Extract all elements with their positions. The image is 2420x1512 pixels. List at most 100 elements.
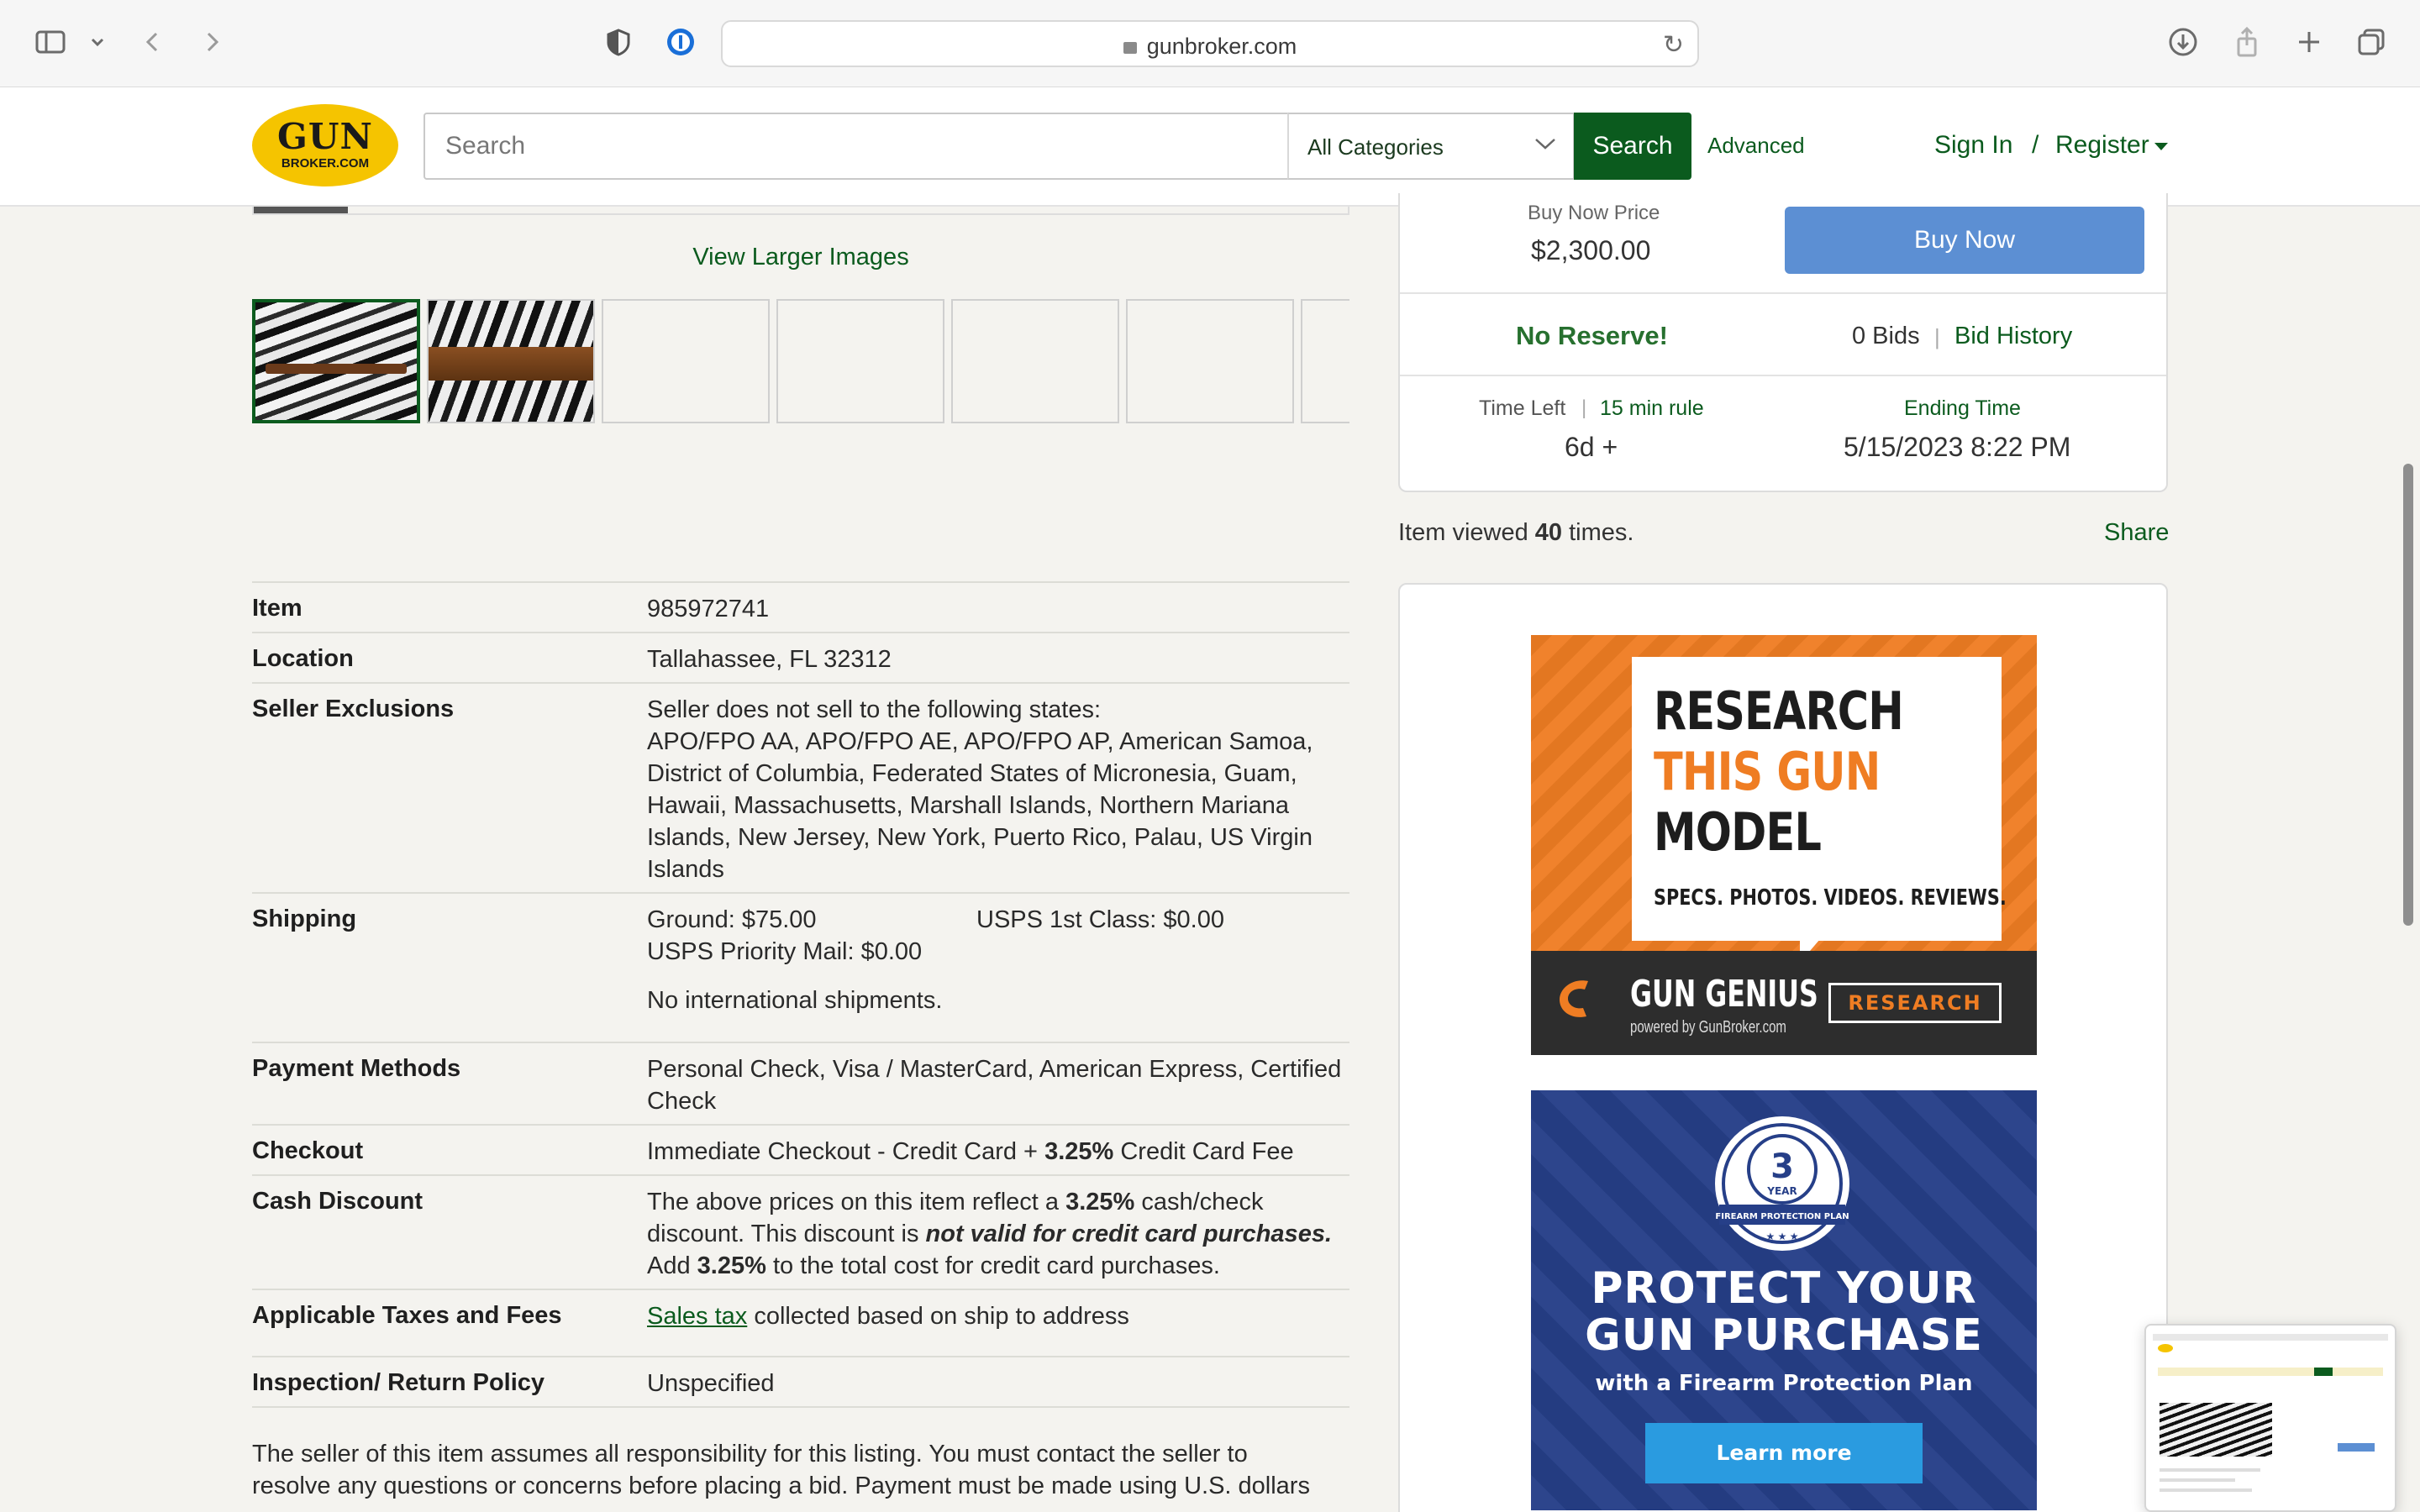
ad-headline: THIS GUN: [1654, 741, 1881, 802]
register-link[interactable]: Register: [2055, 131, 2149, 160]
chevron-down-icon: [1535, 139, 1555, 150]
ad-headline: GUN PURCHASE: [1585, 1310, 1983, 1361]
detail-label: Inspection/ Return Policy: [252, 1369, 545, 1396]
screenshot-preview-thumbnail[interactable]: [2144, 1324, 2396, 1512]
shipping-ground: Ground: $75.00: [647, 906, 817, 933]
shipping-value: Ground: $75.00 USPS 1st Class: $0.00 USP…: [647, 904, 1349, 1016]
lock-icon: [1123, 42, 1137, 54]
detail-label: Cash Discount: [252, 1188, 424, 1215]
search-field[interactable]: [424, 113, 1289, 180]
buy-now-button[interactable]: Buy Now: [1785, 207, 2144, 274]
ad-brand: GUN GENIUS: [1630, 973, 1818, 1016]
payment-line: Check: [647, 1088, 717, 1115]
reload-icon[interactable]: ↻: [1663, 30, 1684, 60]
exclusions-line: District of Columbia, Federated States o…: [647, 760, 1297, 787]
detail-row-payment: Payment Methods Personal Check, Visa / M…: [252, 1042, 1349, 1124]
thumbnail-7[interactable]: [1301, 299, 1349, 423]
ad-headline: RESEARCH: [1654, 680, 1904, 742]
bid-history-link[interactable]: Bid History: [1954, 323, 2072, 350]
downloads-icon[interactable]: [2165, 25, 2202, 62]
gunbroker-logo[interactable]: GUN BROKER.COM: [252, 104, 398, 186]
thumbnail-4[interactable]: [776, 299, 944, 423]
detail-row-checkout: Checkout Immediate Checkout - Credit Car…: [252, 1124, 1349, 1174]
sidebar-toggle-icon[interactable]: [32, 25, 69, 62]
detail-row-exclusions: Seller Exclusions Seller does not sell t…: [252, 682, 1349, 892]
detail-label: Applicable Taxes and Fees: [252, 1302, 562, 1329]
back-icon[interactable]: [134, 25, 171, 62]
share-link[interactable]: Share: [2104, 519, 2169, 547]
url-text: gunbroker.com: [1146, 34, 1297, 59]
new-tab-icon[interactable]: [2291, 25, 2328, 62]
page-scrollbar[interactable]: [2403, 464, 2413, 926]
search-button[interactable]: Search: [1574, 113, 1691, 180]
view-larger-images-link[interactable]: View Larger Images: [252, 244, 1349, 271]
logo-text-sub: BROKER.COM: [281, 156, 370, 171]
protection-plan-ad[interactable]: 3 YEAR FIREARM PROTECTION PLAN ★ ★ ★ PRO…: [1531, 1090, 2037, 1510]
detail-label: Location: [252, 645, 354, 672]
exclusions-line: APO/FPO AA, APO/FPO AE, APO/FPO AP, Amer…: [647, 728, 1313, 755]
checkout-value: Immediate Checkout - Credit Card + 3.25%…: [647, 1138, 1294, 1165]
detail-label: Seller Exclusions: [252, 696, 455, 722]
fifteen-min-rule-link[interactable]: 15 min rule: [1600, 396, 1704, 421]
exclusions-line: Seller does not sell to the following st…: [647, 696, 1102, 723]
no-reserve-label: No Reserve!: [1516, 321, 1668, 350]
taxes-value: Sales tax collected based on ship to add…: [647, 1303, 1129, 1330]
detail-row-location: Location Tallahassee, FL 32312: [252, 632, 1349, 682]
shipping-international: No international shipments.: [647, 987, 943, 1014]
learn-more-button[interactable]: Learn more: [1645, 1423, 1923, 1483]
detail-label: Checkout: [252, 1137, 364, 1164]
divider: |: [1934, 324, 1940, 349]
shipping-priority: USPS Priority Mail: $0.00: [647, 938, 923, 965]
svg-text:★ ★ ★: ★ ★ ★: [1766, 1231, 1799, 1242]
bid-count: 0 Bids: [1852, 323, 1920, 349]
forward-icon[interactable]: [193, 25, 230, 62]
gun-genius-ad[interactable]: RESEARCH THIS GUN MODEL SPECS. PHOTOS. V…: [1531, 635, 2037, 1055]
research-button[interactable]: RESEARCH: [1828, 983, 2002, 1023]
ending-time-value: 5/15/2023 8:22 PM: [1844, 432, 2071, 462]
buy-now-price: $2,300.00: [1531, 235, 1651, 265]
password-manager-icon[interactable]: [662, 25, 699, 62]
ad-footer-bar: GUN GENIUS powered by GunBroker.com RESE…: [1531, 951, 2037, 1055]
search-input[interactable]: [425, 114, 1287, 178]
ad-panel: RESEARCH THIS GUN MODEL SPECS. PHOTOS. V…: [1398, 583, 2168, 1512]
detail-label: Item: [252, 595, 302, 622]
exclusions-line: Islands, New Jersey, New York, Puerto Ri…: [647, 824, 1313, 851]
time-left-value: 6d +: [1565, 432, 1618, 462]
svg-text:YEAR: YEAR: [1766, 1185, 1797, 1197]
detail-row-taxes: Applicable Taxes and Fees Sales tax coll…: [252, 1289, 1349, 1356]
thumbnail-2[interactable]: [427, 299, 595, 423]
purchase-panel: Buy Now Price $2,300.00 Buy Now No Reser…: [1398, 193, 2168, 492]
advanced-search-link[interactable]: Advanced: [1707, 133, 1805, 159]
category-selected-value: All Categories: [1307, 134, 1444, 160]
cash-discount-value: The above prices on this item reflect a …: [647, 1189, 1333, 1279]
sales-tax-link[interactable]: Sales tax: [647, 1303, 747, 1330]
logo-text-main: GUN: [277, 116, 373, 157]
caret-down-icon[interactable]: [2154, 143, 2168, 150]
thumbnail-5[interactable]: [951, 299, 1119, 423]
main-image-frame: [252, 207, 1349, 215]
divider: |: [1581, 396, 1587, 419]
site-header: GUN BROKER.COM All Categories Search Adv…: [0, 87, 2420, 207]
share-icon[interactable]: [2228, 25, 2265, 62]
thumbnail-strip: [252, 299, 1349, 425]
buy-now-price-label: Buy Now Price: [1528, 202, 1660, 224]
divider: [1400, 292, 2166, 294]
detail-row-item: Item 985972741: [252, 581, 1349, 632]
sign-in-link[interactable]: Sign In: [1934, 131, 2012, 160]
privacy-shield-icon[interactable]: [600, 25, 637, 62]
address-bar[interactable]: gunbroker.com ↻: [721, 20, 1699, 67]
category-select[interactable]: All Categories: [1287, 113, 1575, 180]
shipping-usps-1st: USPS 1st Class: $0.00: [976, 906, 1224, 933]
svg-text:FIREARM PROTECTION PLAN: FIREARM PROTECTION PLAN: [1715, 1212, 1849, 1221]
detail-label: Shipping: [252, 906, 357, 932]
ad-speech-card: RESEARCH THIS GUN MODEL SPECS. PHOTOS. V…: [1632, 657, 2007, 963]
location-value: Tallahassee, FL 32312: [647, 646, 892, 673]
tab-overview-icon[interactable]: [2353, 25, 2390, 62]
thumbnail-1[interactable]: [252, 299, 420, 423]
detail-label: Payment Methods: [252, 1055, 461, 1082]
chevron-down-icon[interactable]: [79, 25, 116, 62]
thumbnail-3[interactable]: [602, 299, 770, 423]
thumbnail-6[interactable]: [1126, 299, 1294, 423]
payment-line: Personal Check, Visa / MasterCard, Ameri…: [647, 1056, 1342, 1083]
ad-subline: with a Firearm Protection Plan: [1595, 1371, 1973, 1396]
